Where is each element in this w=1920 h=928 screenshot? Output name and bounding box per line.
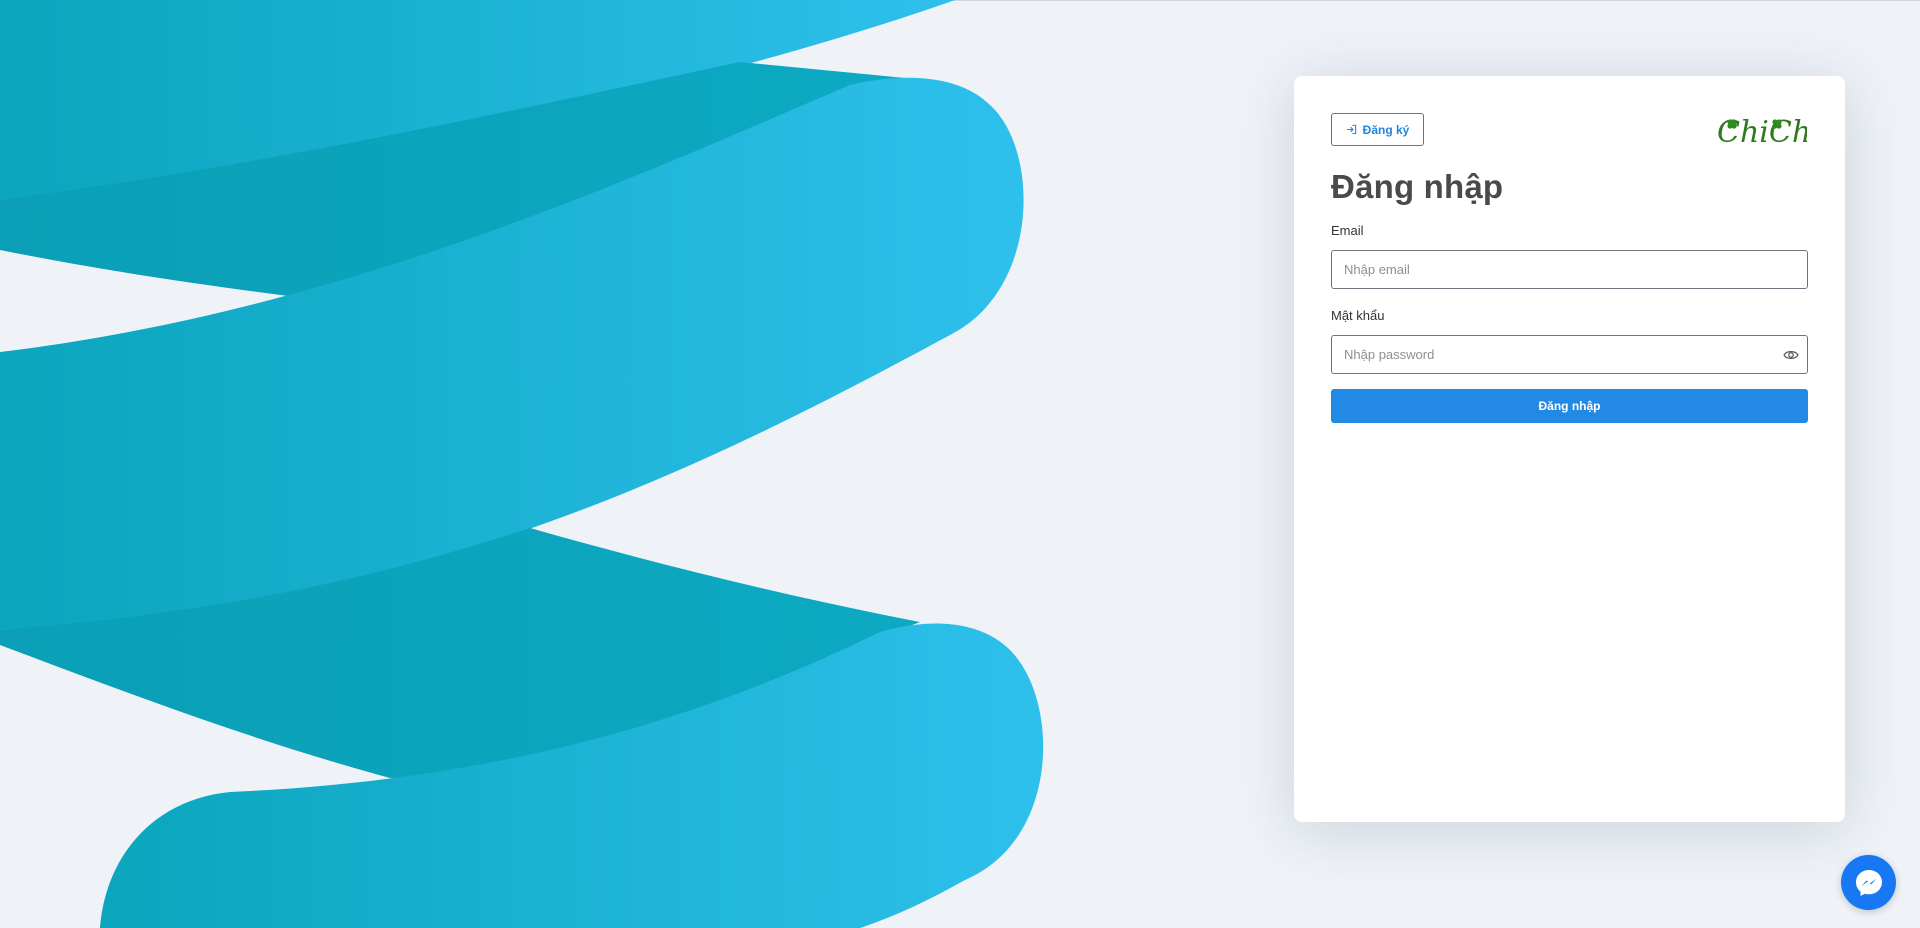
chichi-logo: ChiChi [1717,115,1807,150]
email-field[interactable] [1332,251,1807,288]
page-title: Đăng nhập [1331,168,1504,205]
register-button[interactable]: Đăng ký [1331,113,1424,146]
email-label: Email [1331,223,1364,238]
messenger-chat-button[interactable] [1841,855,1896,910]
sign-in-icon [1346,124,1356,135]
login-card: Đăng ký ChiChi Đăng nhập Email Mật khẩu … [1294,76,1845,822]
password-label: Mật khẩu [1331,308,1385,323]
password-field-wrapper [1331,335,1808,374]
register-button-label: Đăng ký [1362,122,1410,137]
messenger-icon [1855,869,1882,896]
login-button[interactable]: Đăng nhập [1331,389,1808,423]
eye-icon[interactable] [1783,348,1799,362]
password-field[interactable] [1332,336,1807,373]
email-field-wrapper [1331,250,1808,289]
